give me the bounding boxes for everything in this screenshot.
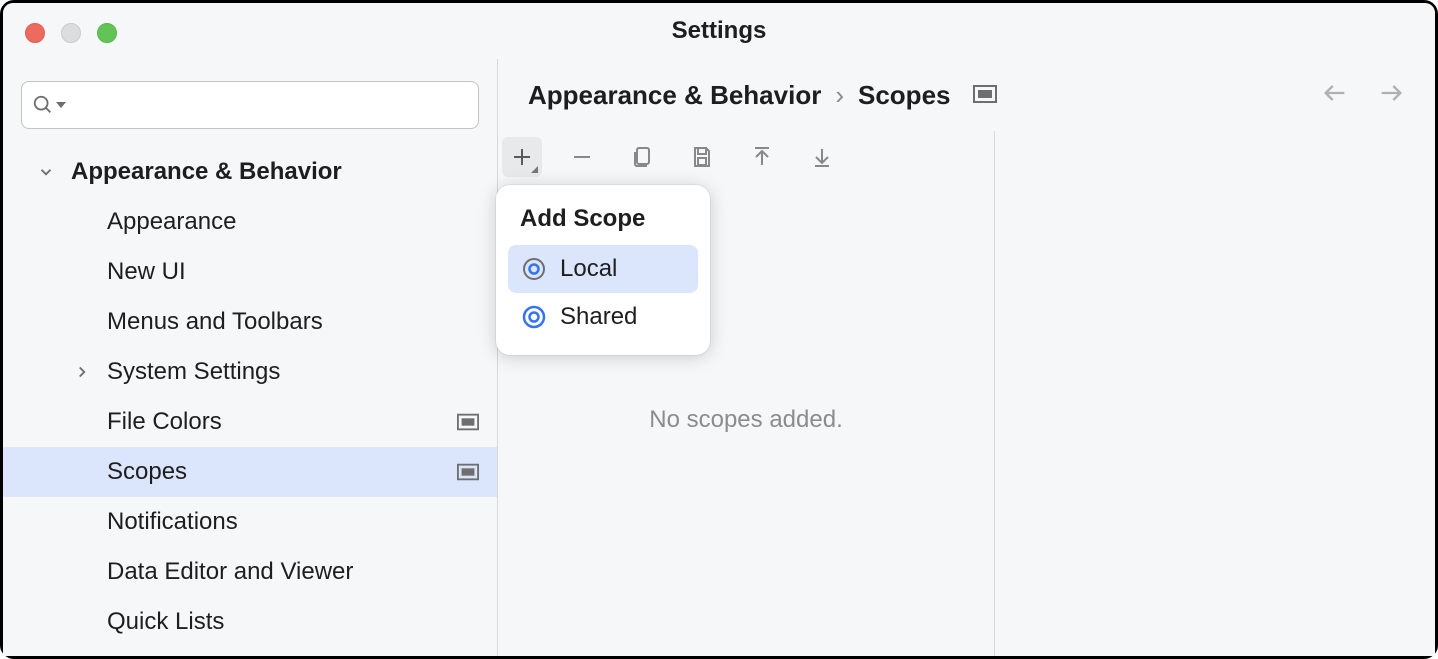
sidebar-item-menus-toolbars[interactable]: Menus and Toolbars — [3, 297, 497, 347]
chevron-down-icon — [35, 161, 57, 183]
sidebar-category-appearance-behavior[interactable]: Appearance & Behavior — [3, 147, 497, 197]
search-input[interactable] — [72, 92, 468, 118]
scope-detail-pane — [995, 131, 1435, 656]
sidebar-item-appearance[interactable]: Appearance — [3, 197, 497, 247]
shared-scope-icon — [522, 305, 546, 329]
search-box[interactable] — [21, 81, 479, 129]
minimize-window-button[interactable] — [61, 23, 81, 43]
sidebar-item-label: File Colors — [107, 408, 457, 436]
breadcrumb-parent: Appearance & Behavior — [528, 80, 821, 111]
project-level-icon — [457, 463, 479, 481]
copy-scope-button[interactable] — [622, 137, 662, 177]
close-window-button[interactable] — [25, 23, 45, 43]
main-pane: Appearance & Behavior › Scopes — [498, 59, 1435, 656]
search-container — [3, 81, 497, 147]
main-header: Appearance & Behavior › Scopes — [498, 59, 1435, 131]
sidebar-item-label: Menus and Toolbars — [107, 308, 479, 336]
nav-back-button[interactable] — [1321, 79, 1349, 112]
sidebar-item-label: New UI — [107, 258, 479, 286]
sidebar-item-quick-lists[interactable]: Quick Lists — [3, 597, 497, 647]
sidebar-item-notifications[interactable]: Notifications — [3, 497, 497, 547]
project-level-icon — [457, 413, 479, 431]
local-scope-icon — [522, 257, 546, 281]
sidebar-item-scopes[interactable]: Scopes — [3, 447, 497, 497]
move-up-button[interactable] — [742, 137, 782, 177]
remove-scope-button[interactable] — [562, 137, 602, 177]
settings-tree: Appearance & Behavior Appearance New UI … — [3, 147, 497, 647]
scope-list-pane: Add Scope Local Shared — [498, 131, 995, 656]
sidebar-item-label: Appearance — [107, 208, 479, 236]
scope-toolbar — [498, 131, 994, 183]
nav-arrows — [1321, 79, 1405, 112]
chevron-right-icon — [71, 361, 93, 383]
sidebar-item-system-settings[interactable]: System Settings — [3, 347, 497, 397]
content-area: Appearance & Behavior Appearance New UI … — [3, 59, 1435, 656]
popup-title: Add Scope — [508, 199, 698, 245]
popup-item-local[interactable]: Local — [508, 245, 698, 293]
zoom-window-button[interactable] — [97, 23, 117, 43]
settings-sidebar: Appearance & Behavior Appearance New UI … — [3, 59, 498, 656]
search-dropdown-icon — [56, 100, 66, 110]
main-body: Add Scope Local Shared — [498, 131, 1435, 656]
save-scope-button[interactable] — [682, 137, 722, 177]
move-down-button[interactable] — [802, 137, 842, 177]
sidebar-item-data-editor-viewer[interactable]: Data Editor and Viewer — [3, 547, 497, 597]
project-level-icon — [973, 80, 997, 111]
window-controls — [25, 23, 117, 43]
titlebar: Settings — [3, 3, 1435, 59]
window-title: Settings — [672, 17, 767, 45]
popup-item-label: Local — [560, 255, 617, 283]
add-scope-popup: Add Scope Local Shared — [496, 185, 710, 355]
breadcrumb: Appearance & Behavior › Scopes — [528, 80, 997, 111]
add-scope-button[interactable] — [502, 137, 542, 177]
popup-item-shared[interactable]: Shared — [508, 293, 698, 341]
sidebar-item-label: Data Editor and Viewer — [107, 558, 479, 586]
sidebar-category-label: Appearance & Behavior — [71, 158, 479, 186]
sidebar-item-label: System Settings — [107, 358, 479, 386]
sidebar-item-label: Quick Lists — [107, 608, 479, 636]
popup-item-label: Shared — [560, 303, 637, 331]
sidebar-item-label: Notifications — [107, 508, 479, 536]
sidebar-item-file-colors[interactable]: File Colors — [3, 397, 497, 447]
breadcrumb-current: Scopes — [858, 80, 951, 111]
sidebar-item-label: Scopes — [107, 458, 457, 486]
breadcrumb-separator-icon: › — [835, 80, 844, 111]
nav-forward-button[interactable] — [1377, 79, 1405, 112]
sidebar-item-new-ui[interactable]: New UI — [3, 247, 497, 297]
search-icon — [32, 94, 54, 116]
dropdown-indicator-icon — [531, 166, 538, 173]
